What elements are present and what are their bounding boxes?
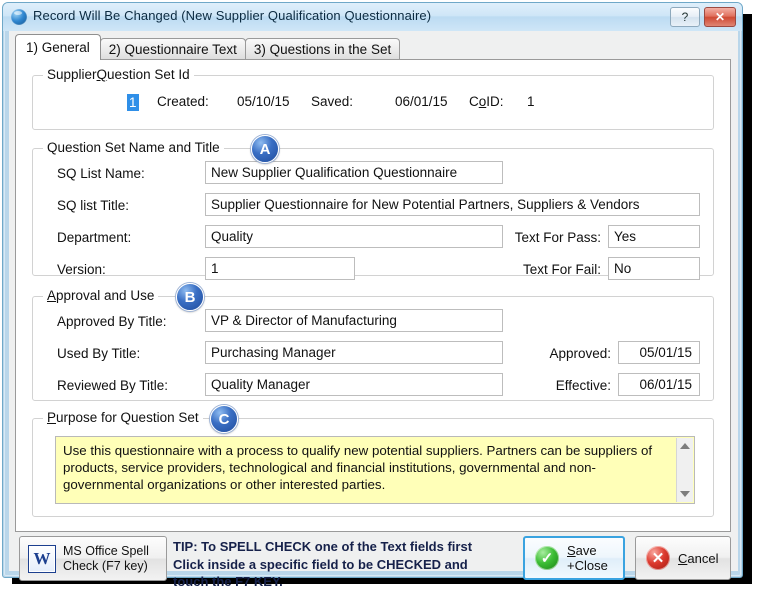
input-text-for-pass[interactable]: Yes <box>608 225 700 248</box>
scroll-down-arrow-icon[interactable] <box>680 491 690 497</box>
badge-b: B <box>176 283 204 311</box>
legend-approval-mnemonic: A <box>47 288 56 303</box>
badge-a: A <box>251 135 279 163</box>
check-circle-icon: ✓ <box>535 546 559 570</box>
purpose-memo-scrollbar[interactable] <box>676 438 693 502</box>
legend-part-pre: Supplier <box>47 67 97 82</box>
label-version: Version: <box>57 262 106 277</box>
tab-questions-in-the-set[interactable]: 3) Questions in the Set <box>245 38 400 60</box>
saved-value: 06/01/15 <box>395 94 448 109</box>
spell-check-line1: MS Office Spell <box>63 544 149 559</box>
group-legend-supplier-question-set-id: SupplierQuestion Set Id <box>43 67 194 82</box>
purpose-memo-text: Use this questionnaire with a process to… <box>63 442 687 493</box>
label-approved-by-title: Approved By Title: <box>57 314 167 329</box>
saved-label: Saved: <box>311 94 353 109</box>
record-id-value: 1 <box>127 94 139 111</box>
close-button[interactable]: ✕ <box>704 7 736 27</box>
screenshot-root: Record Will Be Changed (New Supplier Qua… <box>0 0 759 591</box>
coid-value: 1 <box>527 94 535 109</box>
title-bar[interactable]: Record Will Be Changed (New Supplier Qua… <box>3 3 742 31</box>
label-used-by-title: Used By Title: <box>57 346 140 361</box>
save-label-rest: ave <box>576 543 597 558</box>
group-purpose-for-question-set: Purpose for Question Set C Use this ques… <box>32 418 714 517</box>
label-text-for-fail: Text For Fail: <box>479 262 601 277</box>
input-reviewed-by-title[interactable]: Quality Manager <box>205 373 503 396</box>
save-close-label: Save +Close <box>567 543 608 573</box>
tab-general[interactable]: 1) General <box>15 34 101 60</box>
label-reviewed-by-title: Reviewed By Title: <box>57 378 168 393</box>
tab-questionnaire-text[interactable]: 2) Questionnaire Text <box>100 38 246 60</box>
spell-check-line2: Check (F7 key) <box>63 559 149 574</box>
scroll-up-arrow-icon[interactable] <box>680 443 690 449</box>
cancel-label-rest: ancel <box>687 551 718 566</box>
created-value: 05/10/15 <box>237 94 290 109</box>
input-version[interactable]: 1 <box>205 257 355 280</box>
input-approved-date[interactable]: 05/01/15 <box>618 341 700 364</box>
tab-strip: 1) General 2) Questionnaire Text 3) Ques… <box>15 36 399 60</box>
tab-page-general: SupplierQuestion Set Id 1 Created: 05/10… <box>15 59 731 532</box>
client-area: 1) General 2) Questionnaire Text 3) Ques… <box>9 31 738 571</box>
group-approval-and-use: Approval and Use B Approved By Title: VP… <box>32 296 714 401</box>
group-legend-question-set-name-and-title: Question Set Name and Title <box>43 140 224 155</box>
tip-line-2: Click inside a specific field to be CHEC… <box>173 556 513 574</box>
group-legend-approval-and-use: Approval and Use <box>43 288 158 303</box>
cancel-button[interactable]: ✕ Cancel <box>635 536 731 580</box>
close-label: +Close <box>567 558 608 573</box>
legend-part-post: uestion Set Id <box>107 67 190 82</box>
globe-icon <box>11 9 27 25</box>
badge-c: C <box>210 405 238 433</box>
tip-line-1: TIP: To SPELL CHECK one of the Text fiel… <box>173 538 513 556</box>
legend-part-mnemonic: Q <box>97 67 108 82</box>
label-approved-date: Approved: <box>523 346 611 361</box>
input-sq-list-name[interactable]: New Supplier Qualification Questionnaire <box>205 161 503 184</box>
tip-text: TIP: To SPELL CHECK one of the Text fiel… <box>173 538 513 591</box>
tip-line-3: touch the F7 KEY. <box>173 573 513 591</box>
label-sq-list-name: SQ List Name: <box>57 166 145 181</box>
coid-label-pre: C <box>469 94 479 109</box>
save-mnemonic: S <box>567 543 576 558</box>
label-department: Department: <box>57 230 131 245</box>
spell-check-label: MS Office Spell Check (F7 key) <box>63 544 149 574</box>
input-approved-by-title[interactable]: VP & Director of Manufacturing <box>205 309 503 332</box>
legend-purpose-mnemonic: P <box>47 410 56 425</box>
footer-bar: W MS Office Spell Check (F7 key) TIP: To… <box>15 536 731 591</box>
purpose-memo-field[interactable]: Use this questionnaire with a process to… <box>55 436 695 504</box>
x-circle-icon: ✕ <box>646 546 670 570</box>
dialog-window: Record Will Be Changed (New Supplier Qua… <box>2 2 743 578</box>
input-text-for-fail[interactable]: No <box>608 257 700 280</box>
created-label: Created: <box>157 94 209 109</box>
input-department[interactable]: Quality <box>205 225 503 248</box>
save-label: Save <box>567 543 608 558</box>
input-sq-list-title[interactable]: Supplier Questionnaire for New Potential… <box>205 193 700 216</box>
label-effective-date: Effective: <box>523 378 611 393</box>
label-sq-list-title: SQ list Title: <box>57 198 129 213</box>
save-close-button[interactable]: ✓ Save +Close <box>523 536 625 580</box>
window-title: Record Will Be Changed (New Supplier Qua… <box>33 8 431 23</box>
help-button[interactable]: ? <box>670 7 700 27</box>
spell-check-button[interactable]: W MS Office Spell Check (F7 key) <box>19 536 167 581</box>
legend-purpose-post: urpose for Question Set <box>56 410 199 425</box>
coid-label: CoID: <box>469 94 504 109</box>
group-legend-purpose-for-question-set: Purpose for Question Set <box>43 410 203 425</box>
cancel-label: Cancel <box>678 551 718 566</box>
group-supplier-question-set-id: SupplierQuestion Set Id 1 Created: 05/10… <box>32 75 714 130</box>
label-text-for-pass: Text For Pass: <box>479 230 601 245</box>
input-used-by-title[interactable]: Purchasing Manager <box>205 341 503 364</box>
legend-approval-post: pproval and Use <box>56 288 154 303</box>
cancel-mnemonic: C <box>678 551 687 566</box>
word-icon: W <box>28 545 56 573</box>
window-controls: ? ✕ <box>670 7 736 27</box>
group-question-set-name-and-title: Question Set Name and Title A SQ List Na… <box>32 148 714 276</box>
input-effective-date[interactable]: 06/01/15 <box>618 373 700 396</box>
coid-label-post: ID: <box>486 94 503 109</box>
